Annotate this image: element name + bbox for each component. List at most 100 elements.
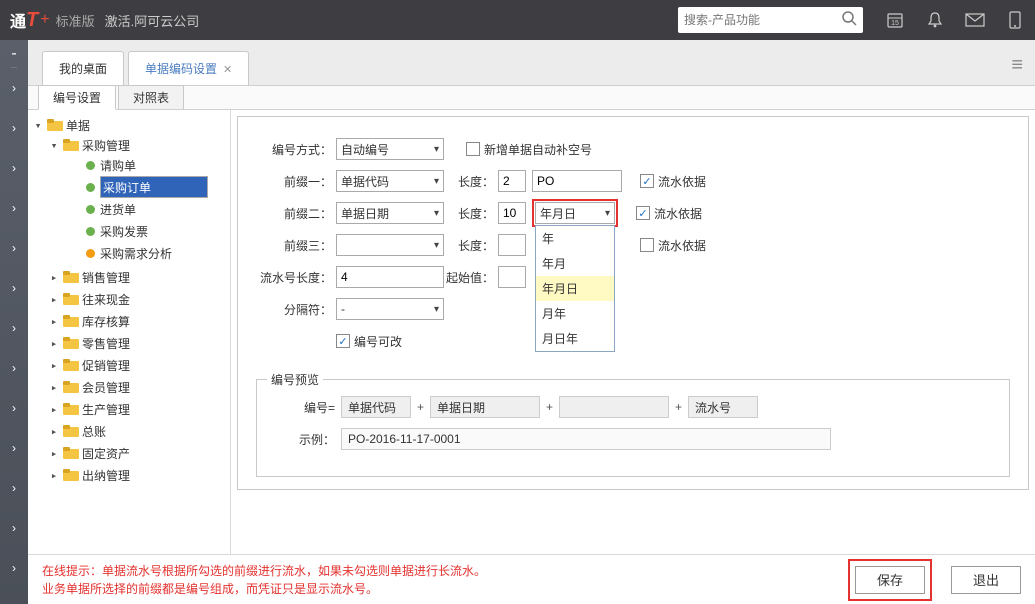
date-format-dropdown[interactable]: 年月日▾ 年 年月 年月日 月年 月日年	[532, 199, 618, 227]
select-prefix1[interactable]: 单据代码▾	[336, 170, 444, 192]
rail-item[interactable]: ›	[0, 148, 28, 188]
logo-t: T	[26, 9, 38, 32]
checkbox-serial-basis-2[interactable]	[636, 206, 650, 220]
chevron-right-icon: ›	[12, 521, 16, 535]
rail-item[interactable]: ›	[0, 428, 28, 468]
select-prefix3[interactable]: ▾	[336, 234, 444, 256]
tree-node-production[interactable]: ▸生产管理	[28, 400, 230, 418]
logo-char: 通	[10, 8, 26, 32]
chevron-right-icon: ›	[12, 281, 16, 295]
bell-icon[interactable]	[925, 11, 945, 29]
top-header: 通 T + 标准版 激活.阿可云公司 15	[0, 0, 1035, 40]
checkbox-editable[interactable]	[336, 334, 350, 348]
expand-icon[interactable]: ▸	[48, 447, 60, 460]
tree-leaf-purchase-order[interactable]: 采购订单	[28, 178, 230, 196]
tree-node-purchase[interactable]: ▾ 采购管理	[28, 136, 230, 154]
rail-handle-icon[interactable]: -	[11, 40, 16, 68]
tree-node-cashier[interactable]: ▸出纳管理	[28, 466, 230, 484]
tree-node-member[interactable]: ▸会员管理	[28, 378, 230, 396]
rail-item[interactable]: ›	[0, 188, 28, 228]
tabs-menu-icon[interactable]: ≡	[1011, 54, 1023, 85]
option-month-year[interactable]: 月年	[536, 301, 614, 326]
exit-button[interactable]: 退出	[951, 566, 1021, 594]
save-button[interactable]: 保存	[855, 566, 925, 594]
company-label: 激活.阿可云公司	[105, 11, 200, 30]
tree-node-gl[interactable]: ▸总账	[28, 422, 230, 440]
tree-leaf-receive[interactable]: 进货单	[28, 200, 230, 218]
tree-leaf-requisition[interactable]: 请购单	[28, 156, 230, 174]
select-separator[interactable]: -▾	[336, 298, 444, 320]
calendar-icon[interactable]: 15	[885, 11, 905, 29]
expand-icon[interactable]: ▸	[48, 403, 60, 416]
tree-label: 库存核算	[82, 313, 130, 330]
rail-item[interactable]: ›	[0, 548, 28, 588]
row-method: 编号方式： 自动编号▾ 新增单据自动补空号	[256, 137, 1010, 161]
expand-icon[interactable]: ▸	[48, 337, 60, 350]
footer-tips: 在线提示：单据流水号根据所勾选的前缀进行流水，如果未勾选则单据进行长流水。 业务…	[42, 562, 829, 598]
tab-desktop[interactable]: 我的桌面	[42, 51, 124, 85]
rail-item[interactable]: ›	[0, 508, 28, 548]
subtab-number-setting[interactable]: 编号设置	[38, 85, 116, 110]
rail-item[interactable]: ›	[0, 268, 28, 308]
input-len3[interactable]	[498, 234, 526, 256]
tree-node-inventory[interactable]: ▸ 库存核算	[28, 312, 230, 330]
chevron-down-icon: ▾	[434, 208, 439, 219]
collapse-icon[interactable]: ▾	[48, 139, 60, 152]
checkbox-auto-fill[interactable]	[466, 142, 480, 156]
subtab-mapping-table[interactable]: 对照表	[118, 85, 184, 109]
input-serial-len[interactable]	[336, 266, 444, 288]
tree-node-sales[interactable]: ▸销售管理	[28, 268, 230, 286]
folder-open-icon	[47, 118, 63, 132]
rail-item[interactable]: ›	[0, 388, 28, 428]
search-input[interactable]	[684, 13, 841, 27]
rail-item[interactable]: ›	[0, 468, 28, 508]
expand-icon[interactable]: ▸	[48, 315, 60, 328]
option-year-month-day[interactable]: 年月日	[536, 276, 614, 301]
mobile-icon[interactable]	[1005, 11, 1025, 29]
chevron-down-icon: ▾	[434, 144, 439, 155]
tree-node-fa[interactable]: ▸固定资产	[28, 444, 230, 462]
expand-icon[interactable]: ▸	[48, 293, 60, 306]
search-icon[interactable]	[841, 10, 857, 31]
tree-node-promo[interactable]: ▸促销管理	[28, 356, 230, 374]
select-prefix2[interactable]: 单据日期▾	[336, 202, 444, 224]
input-len2[interactable]	[498, 202, 526, 224]
option-year-month[interactable]: 年月	[536, 251, 614, 276]
close-icon[interactable]: ✕	[223, 64, 232, 76]
tree-node-retail[interactable]: ▸零售管理	[28, 334, 230, 352]
tree-node-cash[interactable]: ▸往来现金	[28, 290, 230, 308]
expand-icon[interactable]: ▸	[48, 359, 60, 372]
rail-item[interactable]: ›	[0, 228, 28, 268]
folder-icon	[63, 402, 79, 416]
tab-doc-coding[interactable]: 单据编码设置✕	[128, 51, 249, 85]
collapse-icon[interactable]: ▾	[32, 119, 44, 132]
expand-icon[interactable]: ▸	[48, 381, 60, 394]
checkbox-serial-basis-3[interactable]	[640, 238, 654, 252]
input-start[interactable]	[498, 266, 526, 288]
mail-icon[interactable]	[965, 12, 985, 28]
expand-icon[interactable]: ▸	[48, 425, 60, 438]
option-year[interactable]: 年	[536, 226, 614, 251]
option-month-day-year[interactable]: 月日年	[536, 326, 614, 351]
expand-icon[interactable]: ▸	[48, 469, 60, 482]
svg-text:15: 15	[891, 20, 899, 27]
input-code1[interactable]	[532, 170, 622, 192]
rail-item[interactable]: ›	[0, 308, 28, 348]
select-date-format[interactable]: 年月日▾	[535, 202, 615, 224]
select-method[interactable]: 自动编号▾	[336, 138, 444, 160]
folder-icon	[63, 446, 79, 460]
checkbox-serial-basis-1[interactable]	[640, 174, 654, 188]
input-len1[interactable]	[498, 170, 526, 192]
label-serial-basis: 流水依据	[654, 205, 702, 222]
tree-node-root[interactable]: ▾ 单据	[28, 116, 230, 134]
rail-item[interactable]: ›	[0, 68, 28, 108]
tree-leaf-invoice[interactable]: 采购发票	[28, 222, 230, 240]
segment-text: 单据日期	[437, 399, 485, 416]
expand-icon[interactable]: ▸	[48, 271, 60, 284]
rail-item[interactable]: ›	[0, 348, 28, 388]
rail-item[interactable]: ›	[0, 108, 28, 148]
tree-leaf-demand[interactable]: 采购需求分析	[28, 244, 230, 262]
segment-empty	[559, 396, 669, 418]
label-number: 编号=	[275, 399, 335, 416]
search-box[interactable]	[678, 7, 863, 33]
